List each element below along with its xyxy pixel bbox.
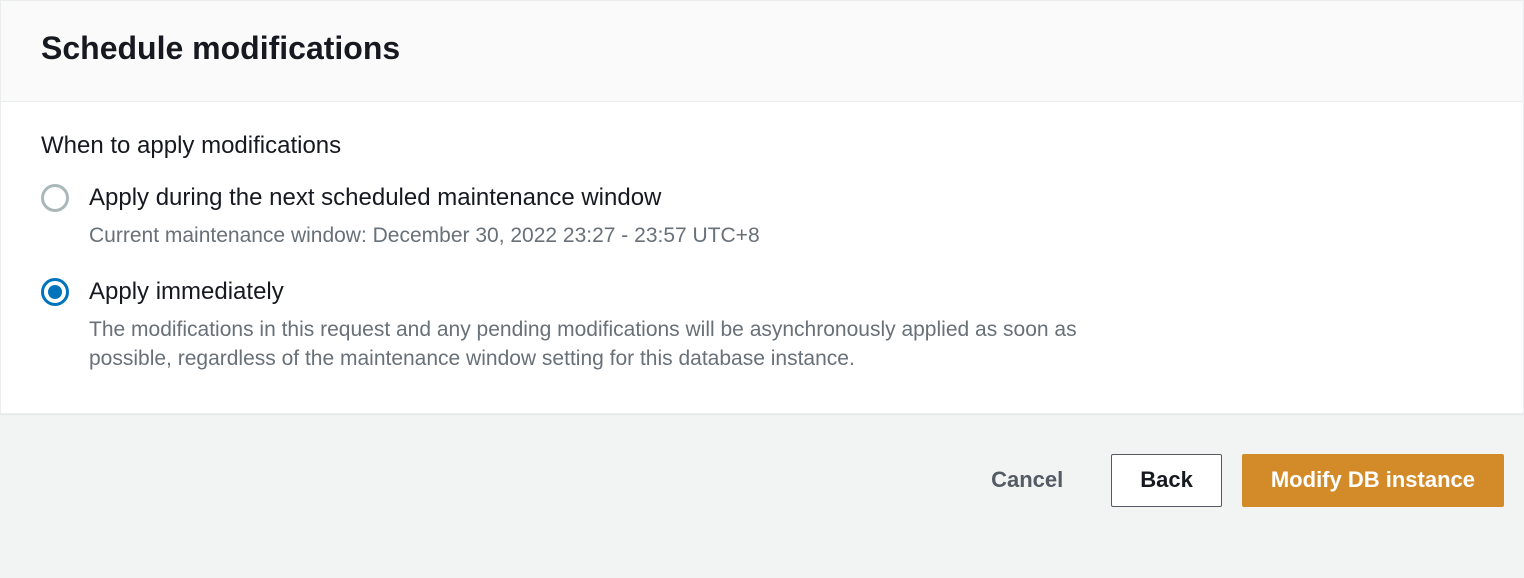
cancel-button[interactable]: Cancel — [963, 455, 1091, 505]
panel-body: When to apply modifications Apply during… — [1, 102, 1523, 413]
radio-label-immediate: Apply immediately — [89, 276, 1089, 308]
button-bar: Cancel Back Modify DB instance — [0, 444, 1524, 526]
modify-db-instance-button[interactable]: Modify DB instance — [1242, 454, 1504, 506]
radio-circle-scheduled[interactable] — [41, 184, 69, 212]
radio-circle-immediate[interactable] — [41, 278, 69, 306]
panel-title: Schedule modifications — [41, 29, 1483, 67]
radio-desc-scheduled: Current maintenance window: December 30,… — [89, 221, 1089, 250]
radio-desc-immediate: The modifications in this request and an… — [89, 315, 1089, 374]
panel-header: Schedule modifications — [1, 1, 1523, 102]
schedule-modifications-panel: Schedule modifications When to apply mod… — [0, 0, 1524, 414]
radio-option-immediate[interactable]: Apply immediately The modifications in t… — [41, 276, 1483, 373]
radio-text-scheduled: Apply during the next scheduled maintena… — [89, 182, 1089, 250]
radio-option-scheduled[interactable]: Apply during the next scheduled maintena… — [41, 182, 1483, 250]
radio-text-immediate: Apply immediately The modifications in t… — [89, 276, 1089, 373]
field-legend: When to apply modifications — [41, 132, 1483, 160]
radio-label-scheduled: Apply during the next scheduled maintena… — [89, 182, 1089, 214]
back-button[interactable]: Back — [1111, 454, 1222, 506]
